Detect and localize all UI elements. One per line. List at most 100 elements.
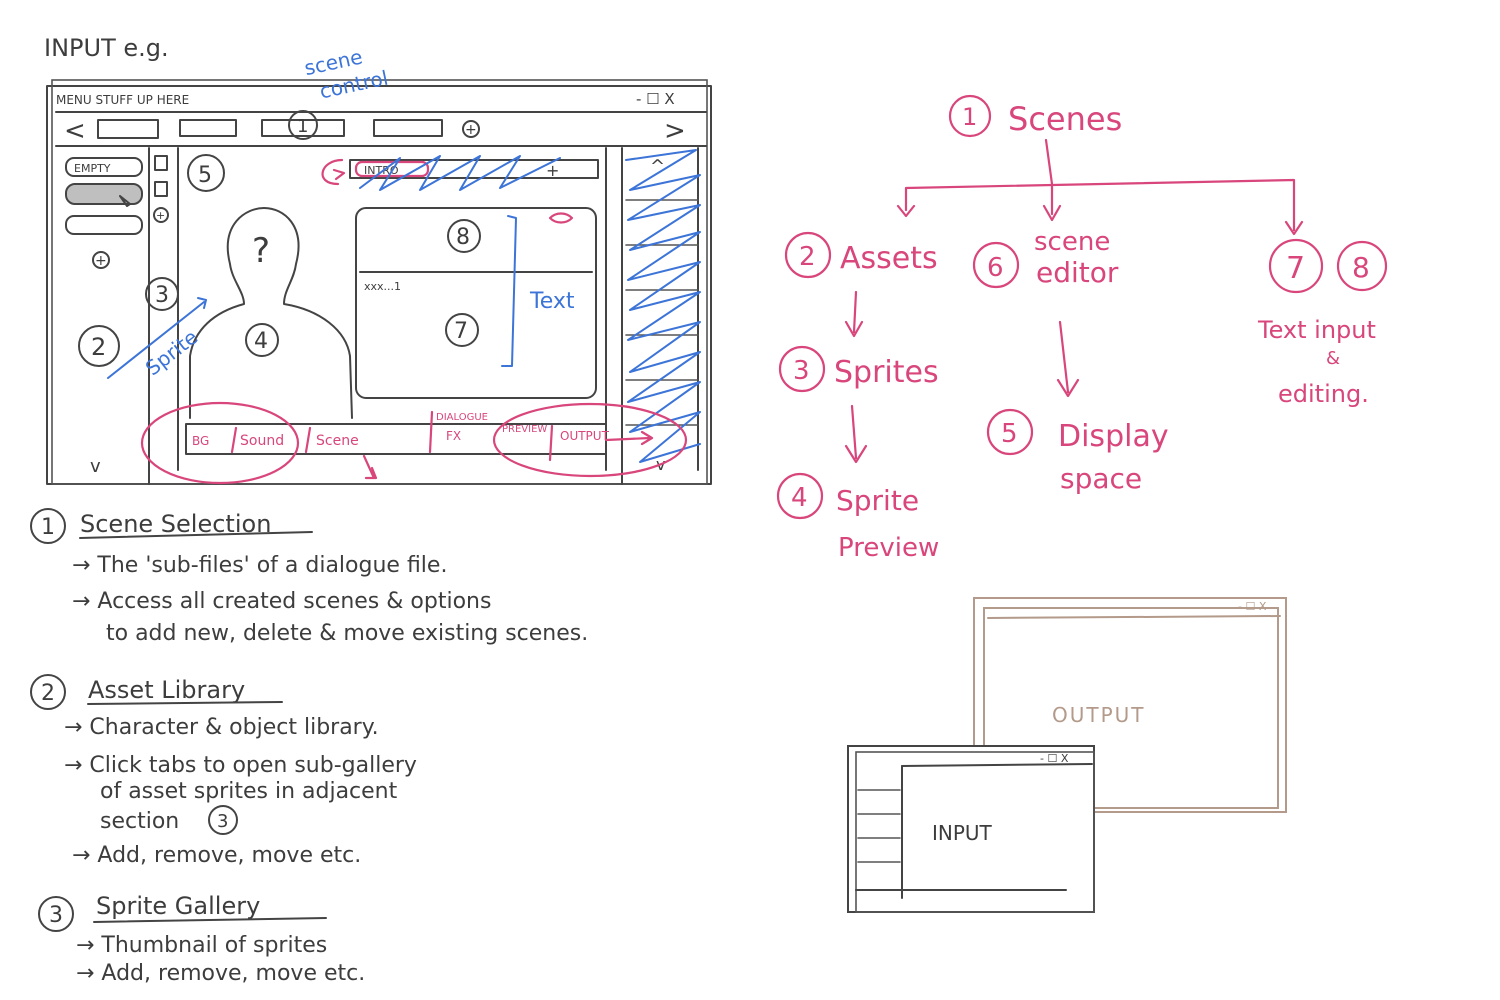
text-input-label-1: Text input [1257,316,1376,344]
scene-tab-2[interactable] [179,119,237,137]
text-input-7-number: 7 [1286,251,1305,286]
note-1-line-3: to add new, delete & move existing scene… [106,621,588,646]
assets-number: 2 [799,242,816,272]
asset-slot[interactable] [65,215,143,235]
scene-editor-number: 6 [987,253,1004,283]
toolbar-preview-button[interactable]: PREVIEW [502,424,547,435]
toolbar-divider [304,426,312,454]
note-2-line-2: → Click tabs to open sub-gallery [64,753,417,778]
wireframe: INPUT e.g. MENU STUFF UP HERE - ☐ X < > … [44,34,712,485]
output-arrow [604,430,654,446]
marker-7-label: 7 [454,319,468,344]
toolbar-divider [230,426,238,454]
note-2-ref-number: 3 [217,811,228,832]
toolbar-output-button[interactable]: OUTPUT [560,429,610,443]
note-1-line-1: → The 'sub-files' of a dialogue file. [72,553,447,578]
wireframe-window-buttons[interactable]: - ☐ X [636,90,675,108]
sprite-silhouette [189,207,353,419]
note-1-line-2: → Access all created scenes & options [72,589,491,614]
sprites-to-preview-arrow [844,404,868,464]
notes: 1 Scene Selection → The 'sub-files' of a… [30,508,588,986]
intro-arrow [321,158,346,186]
marker-4-label: 4 [254,329,268,354]
gallery-thumb-1[interactable] [154,155,168,171]
empty-asset-label: EMPTY [74,162,111,175]
sketch-canvas: INPUT e.g. MENU STUFF UP HERE - ☐ X < > … [30,34,1388,986]
gallery-thumb-2[interactable] [154,181,168,197]
input-window-controls[interactable]: - ☐ X [1040,752,1069,765]
display-label-2: space [1060,462,1142,495]
input-window-label: INPUT [932,821,993,845]
text-input-8-number: 8 [1352,251,1370,284]
right-column-hatching [625,149,701,463]
wireframe-menu-text: MENU STUFF UP HERE [56,93,189,107]
wireframe-heading: INPUT e.g. [44,34,169,62]
note-3-title: Sprite Gallery [96,892,260,920]
asset-scroll-down-icon[interactable]: v [90,456,101,477]
scene-tab-1[interactable] [97,119,159,139]
note-3-line-1: → Thumbnail of sprites [76,933,327,958]
note-2-number: 2 [41,681,55,706]
hierarchy-diagram: 1 Scenes 2 Assets 6 scene editor 7 8 Tex… [776,94,1388,563]
nav-prev-icon[interactable]: < [64,116,86,146]
add-tab-icon: + [465,122,477,138]
output-window-label: OUTPUT [1052,703,1146,727]
text-sample: xxx...1 [364,280,401,293]
marker-2-label: 2 [91,333,106,361]
eye-icon[interactable] [548,212,574,224]
toolbar-sound-button[interactable]: Sound [240,433,284,449]
note-2-extra: → Add, remove, move etc. [72,843,361,868]
add-gallery-icon: + [156,209,165,222]
selected-asset-slot[interactable] [65,183,143,205]
window-diagram: - ☐ X OUTPUT - ☐ X INPUT [847,597,1287,913]
toolbar-dialogue-button[interactable]: DIALOGUE [436,412,488,423]
note-3-number: 3 [49,903,63,928]
assets-to-sprites-arrow [844,290,864,338]
text-input-label-2: & [1326,348,1340,369]
text-input-label-3: editing. [1278,380,1369,408]
sprite-annotation-text: Sprite [141,325,203,380]
output-window-controls[interactable]: - ☐ X [1238,600,1267,613]
intro-label: INTRO [364,164,399,177]
scene-tab-4[interactable] [373,119,443,137]
scenes-label: Scenes [1008,100,1122,138]
editor-to-display-arrow [1056,320,1080,398]
toolbar-fx-button[interactable]: FX [446,429,461,443]
assets-label: Assets [840,241,938,276]
add-asset-icon: + [95,253,107,269]
sprite-placeholder-icon: ? [252,231,270,271]
scene-editor-label-1: scene [1034,227,1110,257]
scenes-number: 1 [962,103,977,131]
toolbar-arrow [362,454,378,480]
note-3-line-2: → Add, remove, move etc. [76,961,365,986]
text-annotation: Text [529,289,575,314]
display-label-1: Display [1058,419,1169,454]
marker-3-label: 3 [155,283,169,308]
sprite-annotation: Sprite [141,325,203,380]
toolbar-scene-button[interactable]: Scene [316,433,359,449]
output-window-titlebar [987,615,1281,619]
note-2-title: Asset Library [88,676,245,704]
toolbar-divider [428,410,434,454]
sprites-label: Sprites [834,355,939,390]
toolbar-bg-button[interactable]: BG [192,434,209,448]
nav-next-icon[interactable]: > [664,116,686,146]
marker-5-label: 5 [198,163,212,188]
preview-label-1: Sprite [836,484,919,517]
note-2-line-4: section [100,809,179,834]
note-2-line-1: → Character & object library. [64,715,379,740]
preview-number: 4 [791,483,808,513]
scenes-stem-arrow [1042,138,1062,222]
preview-label-2: Preview [838,533,939,563]
note-2-line-3: of asset sprites in adjacent [100,779,398,804]
scene-control-annotation: scene control [302,44,390,103]
scene-editor-label-2: editor [1036,256,1119,289]
marker-1-label: 1 [297,116,308,137]
display-number: 5 [1001,419,1018,449]
text-bracket [501,215,517,367]
sprites-number: 3 [793,356,810,386]
marker-8-label: 8 [456,225,470,250]
scenes-branch-lines [896,178,1304,236]
bottom-toolbar-items: BG Sound Scene DIALOGUE FX PREVIEW OUTPU… [192,412,610,449]
note-1-number: 1 [41,515,55,540]
